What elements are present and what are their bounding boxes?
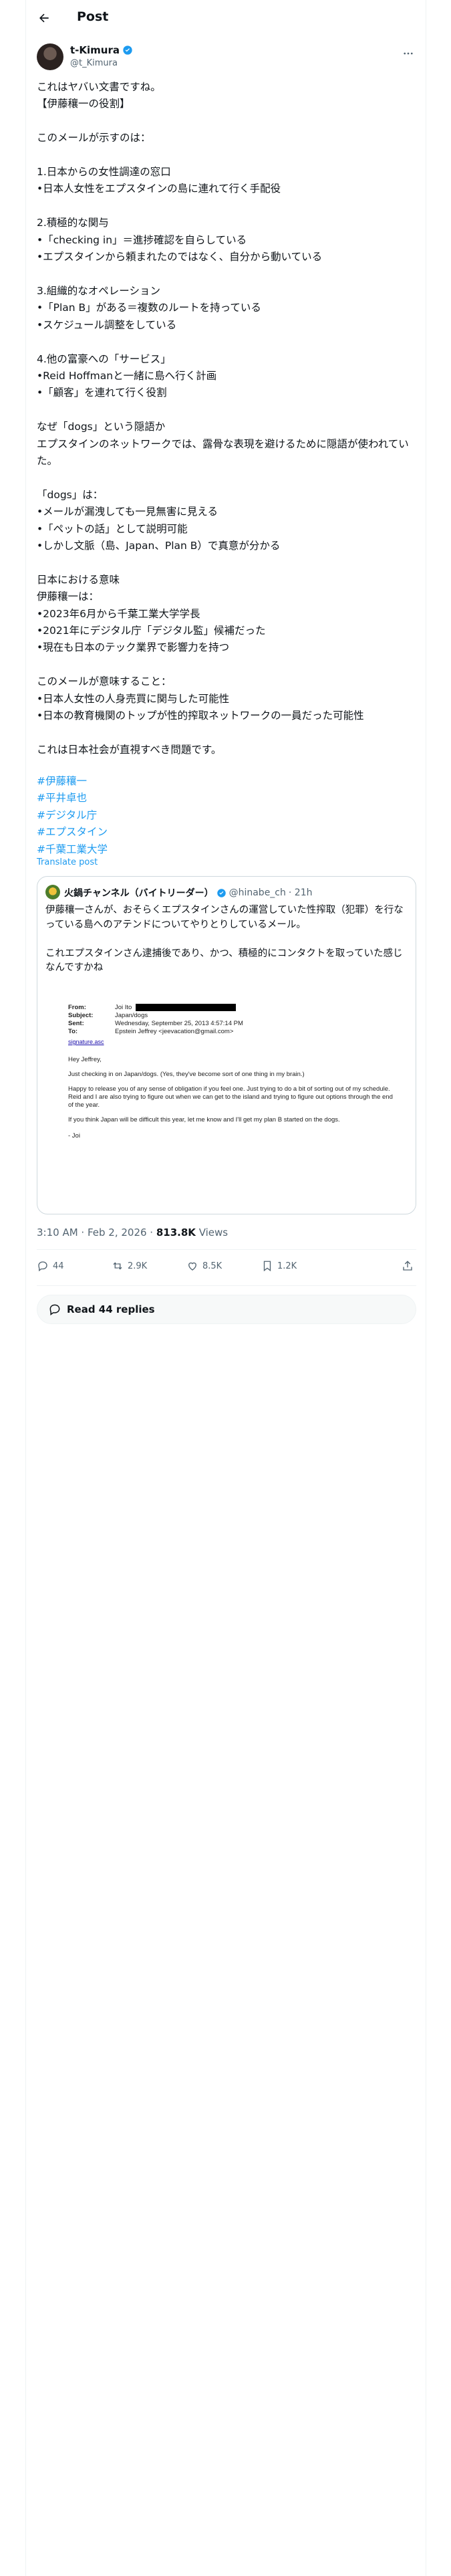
top-bar: Post — [26, 0, 427, 35]
repost-count: 2.9K — [128, 1261, 148, 1271]
like-count: 8.5K — [202, 1261, 222, 1271]
back-button[interactable] — [34, 8, 54, 28]
reply-button[interactable]: 44 — [37, 1260, 64, 1272]
reply-count: 44 — [53, 1261, 64, 1271]
post-column: Post t-Kimura @t_Kimura これはヤバい文書ですね。 【伊藤… — [25, 0, 426, 2576]
divider — [37, 1285, 416, 1286]
email-from-value: Joi Ito — [115, 1004, 132, 1011]
like-button[interactable]: 8.5K — [186, 1260, 222, 1272]
view-count: 813.8K — [156, 1226, 196, 1239]
post-timestamp[interactable]: 3:10 AM · Feb 2, 2026 · — [37, 1226, 156, 1239]
quote-author-avatar — [45, 885, 60, 899]
translate-post-link[interactable]: Translate post — [37, 857, 98, 867]
quote-author-handle: @hinabe_ch — [229, 887, 286, 898]
email-header: From: Joi Ito Subject: Japan/dogs Sent: Wed… — [68, 1004, 243, 1036]
repost-icon — [113, 1262, 122, 1270]
email-greeting: Hey Jeffrey, — [68, 1056, 102, 1063]
read-replies-button[interactable]: Read 44 replies — [37, 1295, 416, 1324]
email-screenshot: From: Joi Ito Subject: Japan/dogs Sent: Wed… — [45, 997, 409, 1207]
email-attachment-link: signature.asc — [68, 1039, 104, 1045]
post-text: これはヤバい文書ですね。 【伊藤穰一の役割】 このメールが示すのは： 1.日本か… — [37, 81, 409, 756]
email-sent-label: Sent: — [68, 1020, 84, 1027]
share-icon — [403, 1261, 412, 1271]
quote-text: 伊藤穰一さんが、おそらくエプスタインさんの運営していた性搾取（犯罪）を行なってい… — [45, 905, 404, 974]
author-name-row[interactable]: t-Kimura — [70, 44, 133, 56]
bookmark-icon — [263, 1261, 271, 1272]
views-label: Views — [195, 1226, 229, 1239]
action-bar: 44 2.9K 8.5K 1.2K — [37, 1256, 416, 1280]
email-subject-value: Japan/dogs — [115, 1012, 148, 1019]
reply-icon — [38, 1261, 47, 1272]
hashtag-link[interactable]: #伊藤穰一 — [37, 773, 416, 790]
bookmark-count: 1.2K — [277, 1261, 297, 1271]
author-avatar[interactable] — [37, 43, 63, 70]
email-from-label: From: — [68, 1004, 86, 1011]
verified-badge-icon — [216, 888, 226, 897]
quote-header: 火鍋チャンネル（バイトリーダー） @hinabe_ch · 21h — [64, 886, 312, 899]
read-replies-label: Read 44 replies — [67, 1303, 155, 1315]
arrow-left-icon — [39, 13, 49, 23]
email-to-label: To: — [68, 1028, 78, 1035]
share-button[interactable] — [402, 1260, 414, 1272]
more-dots-icon — [404, 52, 413, 55]
email-subject-label: Subject: — [68, 1012, 94, 1019]
verified-badge-icon — [123, 45, 132, 55]
hashtag-link[interactable]: #デジタル庁 — [37, 807, 416, 824]
reply-icon — [49, 1304, 60, 1315]
repost-button[interactable]: 2.9K — [112, 1260, 147, 1272]
more-options-button[interactable] — [400, 45, 416, 62]
post-metadata: 3:10 AM · Feb 2, 2026 · 813.8K Views — [37, 1226, 228, 1239]
heart-icon — [188, 1262, 196, 1271]
email-body-line: Happy to release you of any sense of obl… — [68, 1085, 393, 1109]
page-title: Post — [77, 9, 109, 24]
quote-author-name: 火鍋チャンネル（バイトリーダー） — [64, 888, 214, 899]
divider — [37, 1249, 416, 1250]
author-name[interactable]: t-Kimura — [70, 44, 120, 56]
bookmark-button[interactable]: 1.2K — [261, 1260, 297, 1272]
hashtag-link[interactable]: #エプスタイン — [37, 824, 416, 841]
email-to-value: Epstein Jeffrey <jeevacation@gmail.com> — [115, 1028, 234, 1035]
email-closing: - Joi — [68, 1132, 80, 1140]
hashtag-list: #伊藤穰一 #平井卓也 #デジタル庁 #エプスタイン #千葉工業大学 — [37, 773, 416, 858]
hashtag-link[interactable]: #千葉工業大学 — [37, 841, 416, 858]
hashtag-link[interactable]: #平井卓也 — [37, 790, 416, 807]
quote-timestamp: · 21h — [288, 887, 313, 898]
email-body-line: If you think Japan will be difficult thi… — [68, 1116, 340, 1123]
redaction-bar — [136, 1004, 237, 1011]
email-body-line: Just checking in on Japan/dogs. (Yes, th… — [68, 1071, 305, 1078]
quoted-post[interactable]: 火鍋チャンネル（バイトリーダー） @hinabe_ch · 21h 伊藤穰一さん… — [37, 876, 416, 1214]
email-sent-value: Wednesday, September 25, 2013 4:57:14 PM — [115, 1020, 243, 1027]
author-handle[interactable]: @t_Kimura — [70, 58, 118, 68]
